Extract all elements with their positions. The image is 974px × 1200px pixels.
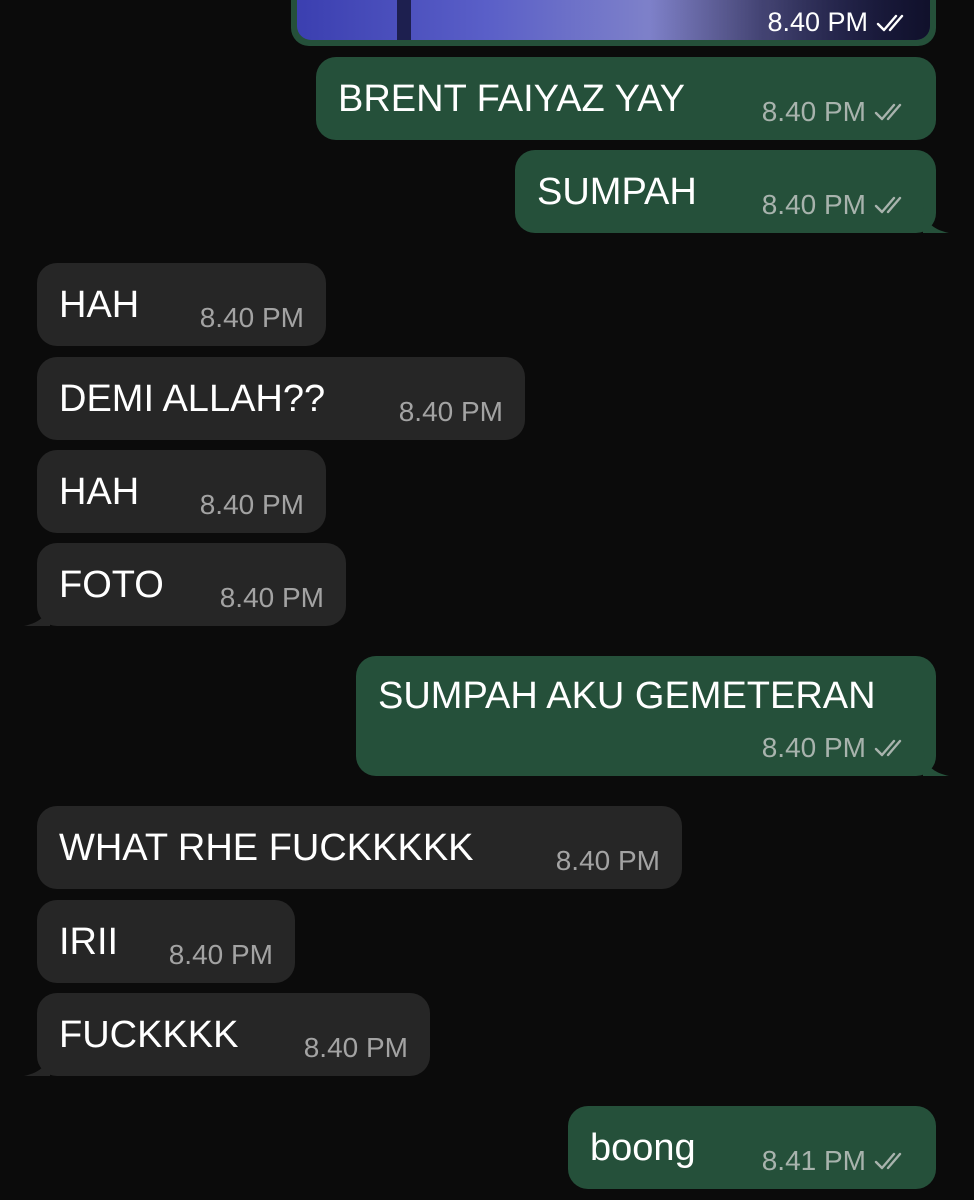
message-text: HAH [59,471,140,513]
message-bubble-outgoing[interactable]: boong 8.41 PM [568,1106,936,1189]
message-meta: 8.40 PM [169,939,273,971]
message-bubble-incoming[interactable]: IRII 8.40 PM [37,900,295,983]
message-text: IRII [59,921,119,963]
message-meta: 8.40 PM [220,582,324,614]
message-time: 8.41 PM [761,1145,866,1176]
message-text: boong [590,1127,696,1169]
double-check-icon [874,739,902,757]
message-meta: 8.40 PM [762,189,914,221]
message-text: WHAT RHE FUCKKKKK [59,827,474,869]
message-meta: 8.40 PM [556,845,660,877]
bubble-tail [24,1050,50,1076]
message-time: 8.40 PM [303,1032,408,1063]
message-meta: 8.40 PM [200,302,304,334]
double-check-icon [876,14,904,31]
message-time: 8.40 PM [761,189,866,220]
message-bubble-incoming[interactable]: FUCKKKK 8.40 PM [24,993,430,1076]
message-meta: 8.40 PM [304,1032,408,1064]
message-time: 8.40 PM [219,582,324,613]
photo-message-bubble[interactable]: 8.40 PM [291,0,936,46]
message-time: 8.40 PM [398,396,503,427]
message-text: SUMPAH AKU GEMETERAN [378,675,876,717]
double-check-icon [874,103,902,121]
bubble-tail [923,207,949,233]
message-bubble-incoming[interactable]: DEMI ALLAH?? 8.40 PM [37,357,525,440]
message-meta: 8.40 PM [399,396,503,428]
message-text: SUMPAH [537,171,697,213]
message-bubble-outgoing[interactable]: SUMPAH AKU GEMETERAN 8.40 PM [356,656,949,776]
message-bubble-outgoing[interactable]: BRENT FAIYAZ YAY 8.40 PM [316,57,936,140]
message-time: 8.40 PM [168,939,273,970]
message-bubble-incoming[interactable]: FOTO 8.40 PM [24,543,346,626]
photo-detail [397,0,411,40]
message-meta: 8.40 PM [767,7,916,38]
message-time: 8.40 PM [555,845,660,876]
message-bubble-incoming[interactable]: HAH 8.40 PM [37,263,326,346]
bubble-tail [24,600,50,626]
message-time: 8.40 PM [767,7,868,37]
message-text: FOTO [59,564,164,606]
message-time: 8.40 PM [199,302,304,333]
message-meta: 8.40 PM [200,489,304,521]
photo-thumbnail[interactable]: 8.40 PM [297,0,930,40]
message-meta: 8.40 PM [762,732,914,764]
message-time: 8.40 PM [199,489,304,520]
message-text: DEMI ALLAH?? [59,378,326,420]
message-bubble-outgoing[interactable]: SUMPAH 8.40 PM [515,150,949,233]
double-check-icon [874,1152,902,1170]
message-text: BRENT FAIYAZ YAY [338,78,686,120]
message-time: 8.40 PM [761,732,866,763]
bubble-tail [923,750,949,776]
message-time: 8.40 PM [761,96,866,127]
message-bubble-incoming[interactable]: WHAT RHE FUCKKKKK 8.40 PM [37,806,682,889]
message-meta: 8.41 PM [762,1145,914,1177]
double-check-icon [874,196,902,214]
message-meta: 8.40 PM [762,96,914,128]
message-text: HAH [59,284,140,326]
message-text: FUCKKKK [59,1014,239,1056]
message-bubble-incoming[interactable]: HAH 8.40 PM [37,450,326,533]
